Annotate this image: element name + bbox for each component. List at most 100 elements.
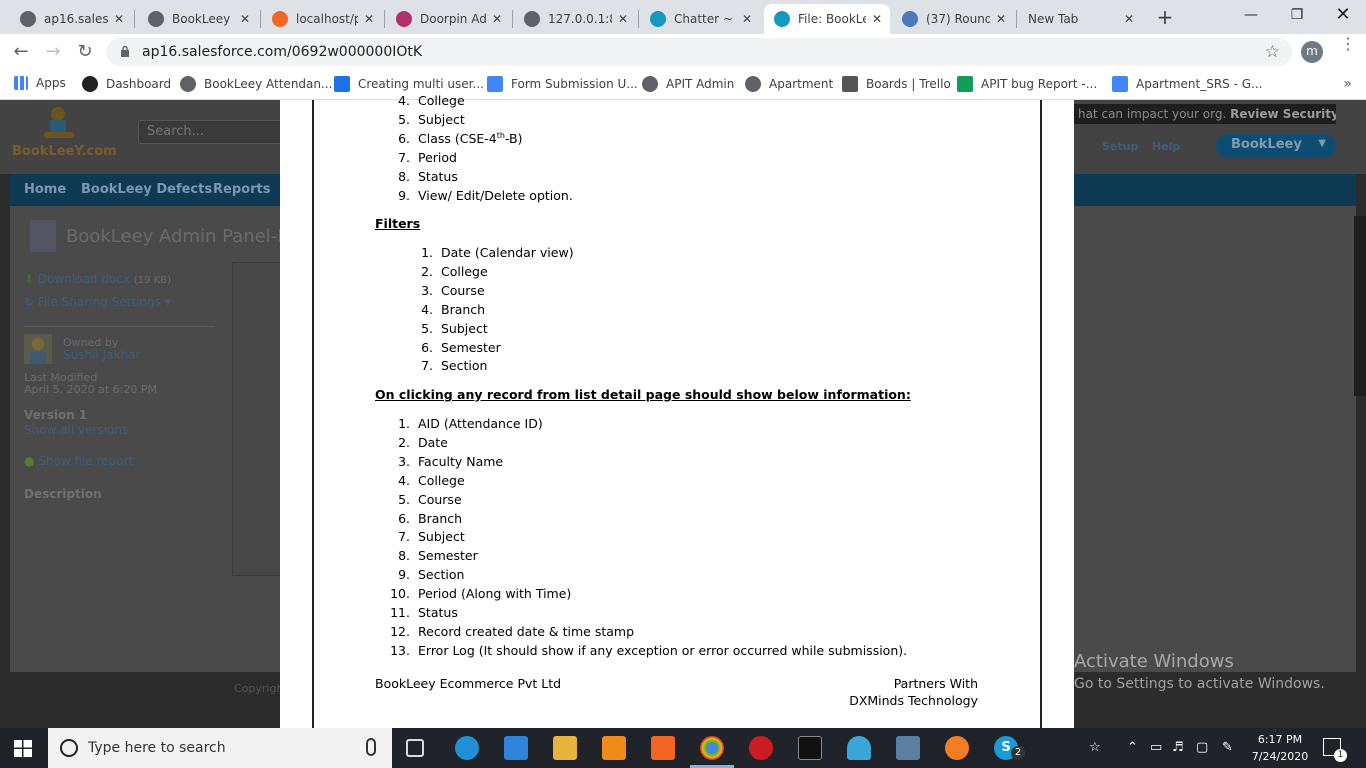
list-text: Subject <box>418 529 465 545</box>
tab-close-icon[interactable]: ✕ <box>996 12 1006 26</box>
xampp-icon[interactable] <box>651 736 675 760</box>
task-view-icon[interactable] <box>406 739 424 757</box>
list-number: 5. <box>421 320 433 336</box>
file-sharing-settings-link[interactable]: ↻ File Sharing Settings ▾ <box>24 295 171 309</box>
document-viewer[interactable]: 4. College 5. Subject 6. Class (CSE-4th-B) 7. P… <box>280 93 1074 728</box>
filters-heading: Filters <box>375 216 421 231</box>
tab-8[interactable]: New Tab ✕ <box>1018 4 1142 34</box>
tab-close-icon[interactable]: ✕ <box>364 12 374 26</box>
people-icon[interactable]: ☆ <box>1089 740 1101 755</box>
mail-icon[interactable] <box>504 736 528 760</box>
microphone-icon[interactable] <box>366 738 376 756</box>
tab-close-icon[interactable]: ✕ <box>1124 12 1134 26</box>
list-number: 11. <box>390 605 410 620</box>
tab-close-icon[interactable]: ✕ <box>618 12 628 26</box>
forward-button[interactable]: → <box>42 41 64 63</box>
tab-7[interactable]: (37) Roundc ✕ <box>892 4 1014 34</box>
show-all-versions-link[interactable]: Show all versions <box>24 423 128 437</box>
bookmark-0[interactable]: Apps <box>14 76 66 90</box>
tab-close-icon[interactable]: ✕ <box>872 12 882 26</box>
list-text: Record created date & time stamp <box>418 623 635 639</box>
codepen-icon <box>82 76 98 92</box>
bookmark-1[interactable]: Dashboard <box>82 76 171 92</box>
tab-separator <box>134 10 135 28</box>
volume-icon[interactable]: ♬ <box>1172 740 1184 755</box>
address-bar[interactable]: ap16.salesforce.com/0692w000000IOtK ☆ <box>106 38 1292 66</box>
browser-toolbar: ← → ↻ ap16.salesforce.com/0692w000000IOt… <box>0 34 1366 70</box>
tab-6[interactable]: File: BookLe ✕ <box>764 4 890 34</box>
profile-avatar[interactable]: m <box>1301 41 1323 63</box>
taskbar-search[interactable]: Type here to search <box>48 728 392 768</box>
postman-icon[interactable] <box>945 736 969 760</box>
network-icon[interactable]: ▢ <box>1196 740 1208 755</box>
edge-icon[interactable] <box>455 736 479 760</box>
sheets-icon <box>957 76 973 92</box>
download-link[interactable]: ⬇ Download docx (19 KB) <box>24 272 171 286</box>
list-number: 9. <box>398 187 410 203</box>
browser-menu-icon[interactable]: ⋮ <box>1340 36 1356 52</box>
list-number: 13. <box>390 642 410 658</box>
tray-chevron-icon[interactable]: ⌃ <box>1127 740 1138 755</box>
tab-3[interactable]: Doorpin Ad ✕ <box>386 4 510 34</box>
app-switcher[interactable]: BookLeey ▼ <box>1216 134 1336 158</box>
tab-reports[interactable]: Reports <box>213 182 270 197</box>
close-window-button[interactable]: ✕ <box>1320 0 1366 30</box>
tab-1[interactable]: BookLeey A ✕ <box>138 4 258 34</box>
taskbar-clock[interactable]: 6:17 PM 7/24/2020 <box>1250 731 1310 765</box>
back-button[interactable]: ← <box>10 41 32 63</box>
tab-2[interactable]: localhost/p ✕ <box>262 4 382 34</box>
tab-4[interactable]: 127.0.0.1:80 ✕ <box>514 4 636 34</box>
review-security-alert-link[interactable]: Review Security Alert <box>1230 107 1336 121</box>
help-link[interactable]: Help <box>1152 140 1180 153</box>
tab-home[interactable]: Home <box>24 182 66 197</box>
pen-icon[interactable]: ✎ <box>1222 740 1233 755</box>
new-tab-button[interactable]: + <box>1154 6 1176 28</box>
bookmark-5[interactable]: APIT Admin <box>642 76 734 92</box>
bookmark-label: Form Submission U... <box>511 77 638 91</box>
sf-search-input[interactable]: Search... <box>138 120 284 144</box>
tab-close-icon[interactable]: ✕ <box>240 12 250 26</box>
tab-close-icon[interactable]: ✕ <box>742 12 752 26</box>
bookmark-label: Apartment <box>769 77 834 91</box>
cloud-icon[interactable] <box>847 736 871 760</box>
bookmark-6[interactable]: Apartment <box>745 76 833 92</box>
tab-5[interactable]: Chatter ~ S ✕ <box>640 4 760 34</box>
list-number: 5. <box>398 491 410 507</box>
share-icon: ↻ <box>24 295 35 309</box>
list-text: Period (Along with Time) <box>418 586 572 602</box>
terminal-icon[interactable] <box>798 736 822 760</box>
bookmark-2[interactable]: BookLeey Attendan... <box>180 76 332 92</box>
sublime-icon[interactable] <box>602 736 626 760</box>
battery-icon[interactable]: ▭ <box>1150 740 1162 755</box>
file-explorer-icon[interactable] <box>553 736 577 760</box>
windows-start-icon[interactable] <box>14 740 32 757</box>
minimize-button[interactable]: — <box>1228 0 1274 30</box>
tab-favicon-icon <box>650 11 666 27</box>
pycharm-icon[interactable] <box>896 736 920 760</box>
list-number: 8. <box>398 168 410 184</box>
bookmark-3[interactable]: Creating multi user... <box>334 76 484 92</box>
tab-close-icon[interactable]: ✕ <box>114 12 124 26</box>
bookmark-star-icon[interactable]: ☆ <box>1265 42 1280 62</box>
browser-tabstrip: ap16.salesfo✕BookLeey A✕localhost/p✕Door… <box>0 0 1366 34</box>
restore-button[interactable]: ❐ <box>1274 0 1320 30</box>
bookmarks-overflow-icon[interactable]: » <box>1343 76 1352 92</box>
show-file-report-link[interactable]: ● Show file report <box>24 454 133 468</box>
list-number: 6. <box>421 339 433 355</box>
bookmark-8[interactable]: APIT bug Report -... <box>957 76 1097 92</box>
tab-favicon-icon <box>774 11 790 27</box>
list-number: 9. <box>398 567 410 583</box>
tab-close-icon[interactable]: ✕ <box>492 12 502 26</box>
bookmark-4[interactable]: Form Submission U... <box>487 76 638 92</box>
tab-bookleey-defects[interactable]: BookLeey Defects <box>81 182 212 197</box>
bookmark-7[interactable]: Boards | Trello <box>842 76 951 92</box>
download-size: (19 KB) <box>133 275 171 286</box>
owner-link[interactable]: Sushil Jakhar <box>63 348 140 362</box>
setup-link[interactable]: Setup <box>1102 140 1138 153</box>
opera-icon[interactable] <box>749 736 773 760</box>
bookmark-9[interactable]: Apartment_SRS - G... <box>1112 76 1262 92</box>
reload-button[interactable]: ↻ <box>74 41 96 63</box>
security-alert-text: hat can impact your org. <box>1078 107 1227 121</box>
chrome-icon[interactable] <box>700 736 724 760</box>
tab-0[interactable]: ap16.salesfo ✕ <box>10 4 132 34</box>
